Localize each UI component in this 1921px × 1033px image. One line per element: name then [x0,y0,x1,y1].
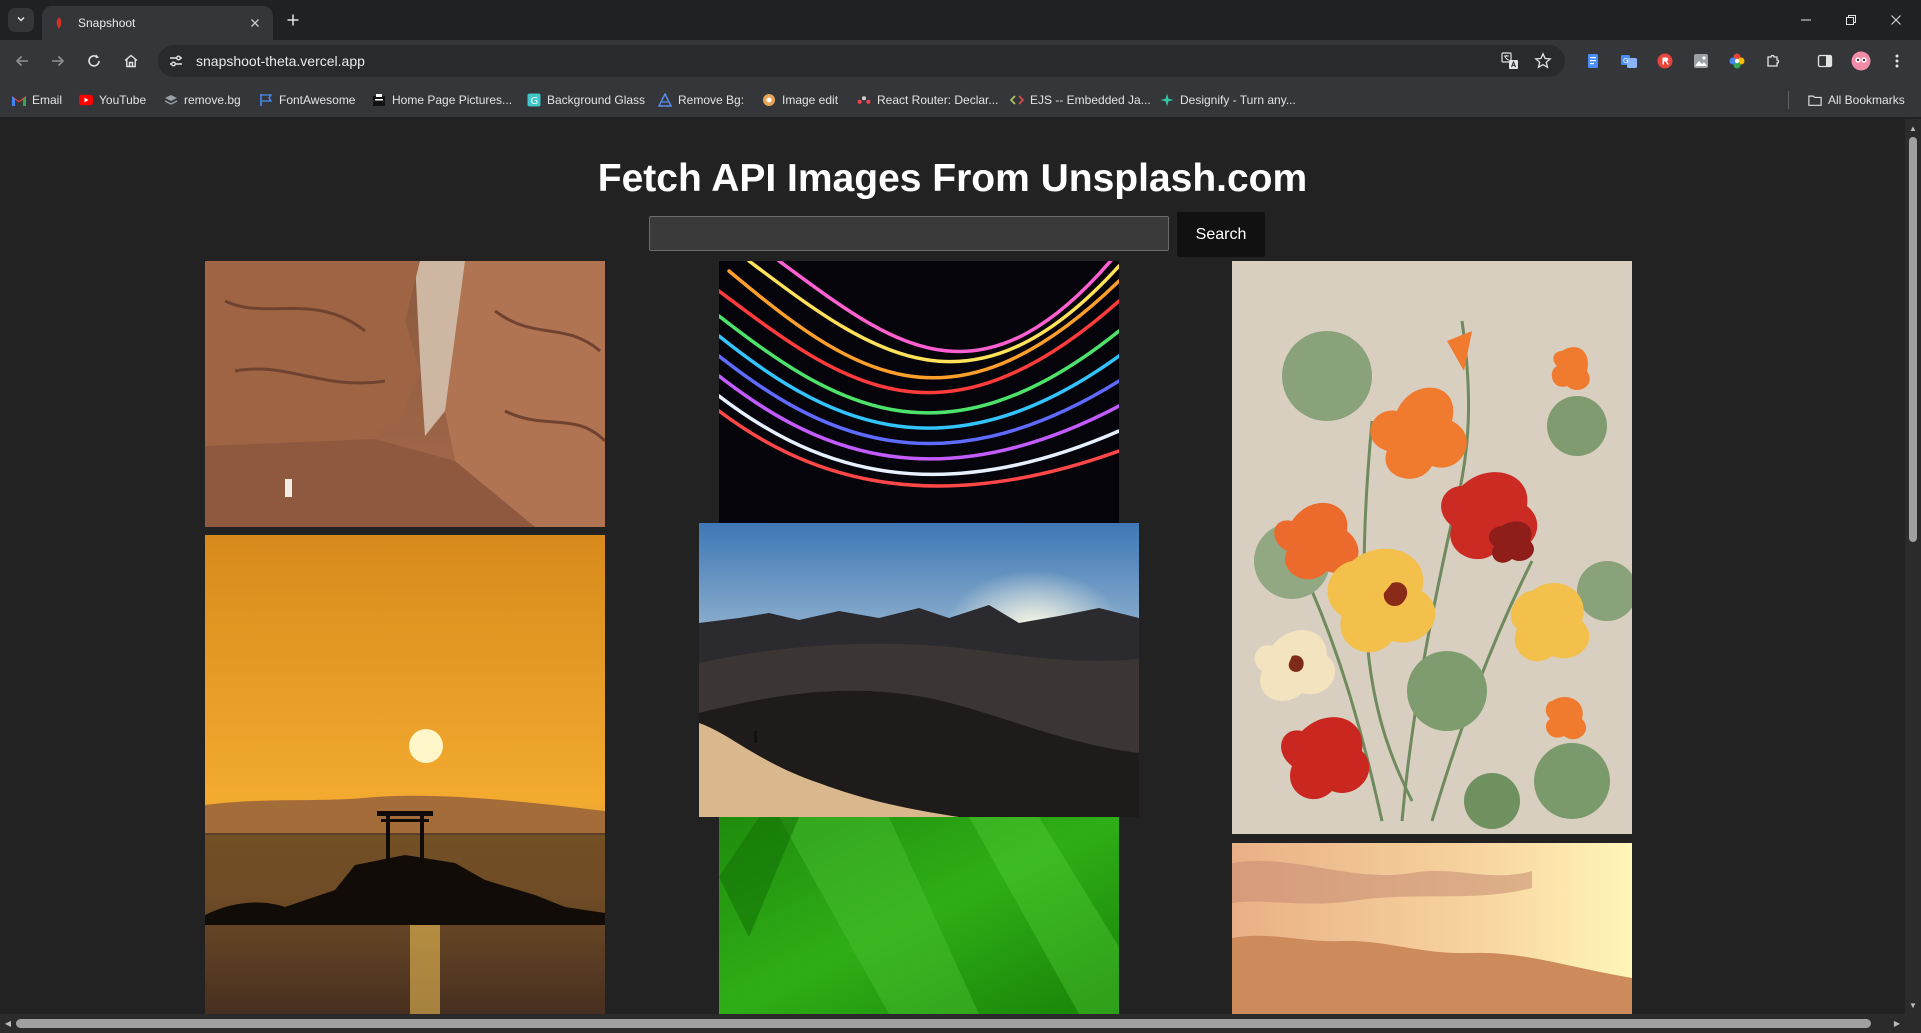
bookmark-background-glass[interactable]: G Background Glass [527,90,645,110]
photo-green-abstract[interactable] [719,817,1119,1014]
scroll-up-icon[interactable]: ▲ [1905,121,1921,135]
designify-icon [1160,93,1174,107]
bookmark-image-edit[interactable]: Image edit [762,90,838,110]
kebab-menu-icon[interactable] [1885,49,1909,73]
bookmark-star-icon[interactable] [1531,49,1555,73]
page-title: Fetch API Images From Unsplash.com [597,157,1308,200]
all-bookmarks-button[interactable]: All Bookmarks [1808,90,1905,110]
bookmark-fontawesome[interactable]: FontAwesome [259,90,355,110]
photo-desert-dunes[interactable] [699,523,1139,817]
folder-icon [1808,93,1822,107]
scroll-down-icon[interactable]: ▼ [1905,998,1921,1012]
extension-image-icon[interactable] [1689,49,1713,73]
bookmark-youtube[interactable]: YouTube [79,90,146,110]
bookmark-home-page-pictures[interactable]: Home Page Pictures... [372,90,512,110]
site-favicon-icon [52,16,66,30]
address-bar[interactable]: snapshoot-theta.vercel.app [158,45,1565,77]
search-input[interactable] [649,216,1169,251]
reload-icon[interactable] [82,49,106,73]
photo-torii-sunset[interactable] [205,535,605,1014]
profile-avatar-icon[interactable] [1849,49,1873,73]
extension-colorpicker-icon[interactable] [1725,49,1749,73]
bookmark-remove-bg[interactable]: Remove Bg: [658,90,744,110]
minimize-button[interactable] [1786,0,1826,40]
address-url: snapshoot-theta.vercel.app [196,53,365,69]
site-info-icon[interactable] [160,45,192,77]
new-tab-button[interactable] [283,10,303,30]
translate-icon[interactable] [1498,49,1522,73]
scrollbar-corner [1905,1014,1921,1033]
bookmark-email[interactable]: Email [12,90,62,110]
bookmark-site-icon [372,93,386,107]
tab-title: Snapshoot [78,16,136,30]
bookmark-removebg[interactable]: remove.bg [164,90,241,110]
horizontal-scrollbar[interactable]: ◀ ▶ [0,1014,1905,1033]
extension-docs-icon[interactable] [1581,49,1605,73]
scroll-left-icon[interactable]: ◀ [0,1014,16,1033]
svg-text:G: G [531,96,539,107]
photo-canyon[interactable] [205,261,605,527]
bookmark-site-icon: G [527,93,541,107]
svg-text:G: G [1623,57,1628,65]
bookmarks-bar: Email YouTube remove.bg FontAwesome Home… [0,82,1921,118]
tab-strip: Snapshoot [0,0,1921,40]
scroll-right-icon[interactable]: ▶ [1889,1014,1905,1033]
horizontal-scroll-thumb[interactable] [16,1019,1871,1028]
extension-red-icon[interactable] [1653,49,1677,73]
browser-toolbar: snapshoot-theta.vercel.app G [0,40,1921,82]
photo-light-trails[interactable] [719,261,1119,529]
bookmark-ejs[interactable]: EJS -- Embedded Ja... [1010,90,1151,110]
bookmark-react-router[interactable]: React Router: Declar... [857,90,998,110]
tab-search-button[interactable] [8,8,34,32]
close-window-button[interactable] [1876,0,1916,40]
bookmark-designify[interactable]: Designify - Turn any... [1160,90,1296,110]
restore-button[interactable] [1831,0,1871,40]
bookmarks-separator [1788,91,1789,109]
search-button[interactable]: Search [1177,212,1265,257]
ejs-icon [1010,93,1024,107]
back-icon[interactable] [10,49,34,73]
vertical-scroll-thumb[interactable] [1909,137,1917,542]
gmail-icon [12,93,26,107]
photo-golden-sky[interactable] [1232,843,1632,1014]
tab-snapshoot[interactable]: Snapshoot [42,6,273,40]
chevron-down-icon [16,11,26,29]
bookmark-site-icon [658,93,672,107]
photo-nasturtium-illustration[interactable] [1232,261,1632,834]
page-content: Fetch API Images From Unsplash.com Searc… [0,119,1905,1014]
flag-icon [259,93,273,107]
removebg-icon [164,93,178,107]
home-icon[interactable] [119,49,143,73]
react-router-icon [857,93,871,107]
extensions-puzzle-icon[interactable] [1761,49,1785,73]
forward-icon[interactable] [46,49,70,73]
side-panel-icon[interactable] [1813,49,1837,73]
bookmark-site-icon [762,93,776,107]
close-tab-icon[interactable] [247,15,263,31]
vertical-scrollbar[interactable]: ▲ ▼ [1905,119,1921,1014]
youtube-icon [79,93,93,107]
extension-translate-icon[interactable]: G [1617,49,1641,73]
